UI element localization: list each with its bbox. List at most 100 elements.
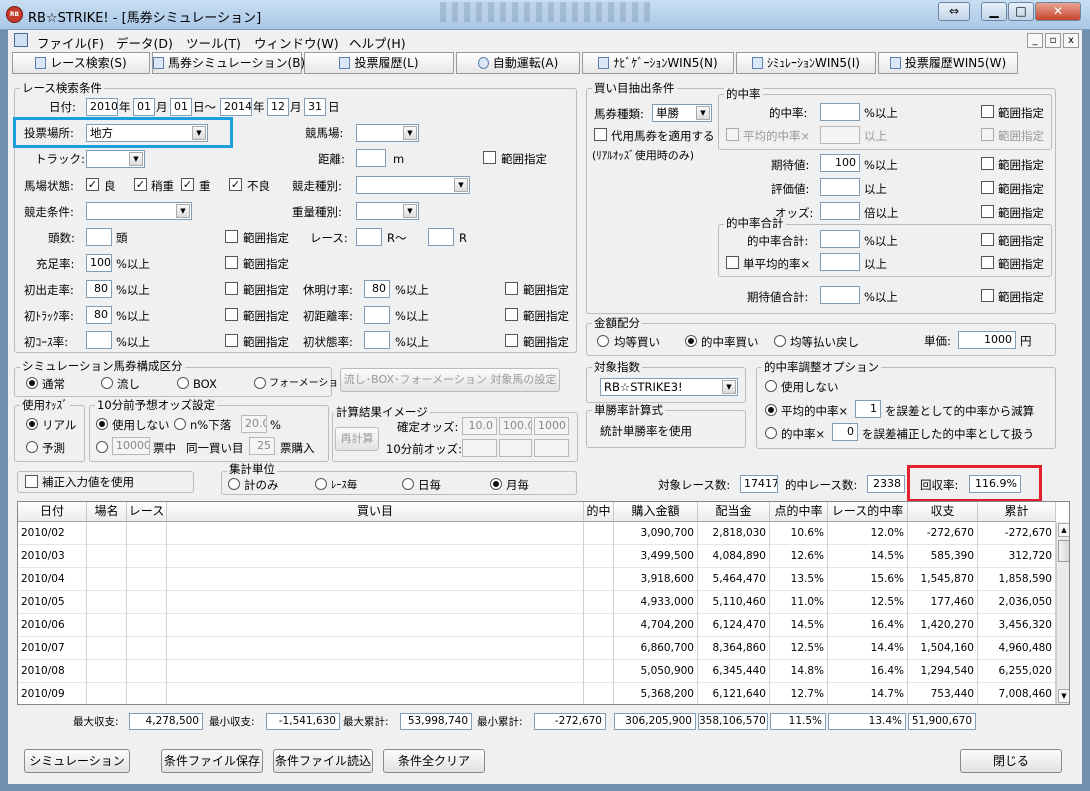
fill-field[interactable]: 100 <box>86 254 112 272</box>
save-conditions-button[interactable]: 条件ファイル保存 <box>161 749 263 773</box>
col-header-venue[interactable]: 場名 <box>87 502 127 522</box>
first-dist-field[interactable] <box>364 306 390 324</box>
to-day-field[interactable]: 31 <box>304 98 326 116</box>
menu-help[interactable]: ヘルプ(H) <box>349 33 406 52</box>
close-icon[interactable]: ✕ <box>1035 2 1081 21</box>
first-state-range-checkbox[interactable] <box>505 334 518 347</box>
menu-window[interactable]: ウィンドウ(W) <box>254 33 339 52</box>
from-year-field[interactable]: 2010 <box>86 98 118 116</box>
from-month-field[interactable]: 01 <box>133 98 155 116</box>
weight-type-select[interactable]: ▼ <box>356 202 419 220</box>
menu-tools[interactable]: ツール(T) <box>186 33 241 52</box>
first-state-field[interactable] <box>364 331 390 349</box>
menu-data[interactable]: データ(D) <box>116 33 173 52</box>
single-avg-range-checkbox[interactable] <box>981 256 994 269</box>
single-avg-checkbox[interactable] <box>726 256 739 269</box>
cond-slight-checkbox[interactable]: ✓ <box>134 178 147 191</box>
odds10-drop-radio[interactable] <box>174 418 186 430</box>
odds-range-checkbox[interactable] <box>981 205 994 218</box>
sim-box-radio[interactable] <box>177 377 189 389</box>
sim-flow-radio[interactable] <box>101 377 113 389</box>
correction-checkbox[interactable] <box>25 475 38 488</box>
avg-hit-checkbox[interactable] <box>726 128 739 141</box>
restore-window-icon[interactable]: ⇔ <box>938 2 970 21</box>
sim-formation-radio[interactable] <box>254 377 266 389</box>
money-hit-radio[interactable] <box>685 335 697 347</box>
rest-range-checkbox[interactable] <box>505 282 518 295</box>
col-header-cumulative[interactable]: 累計 <box>978 502 1056 522</box>
fill-range-checkbox[interactable] <box>225 256 238 269</box>
maximize-icon[interactable]: □ <box>1008 2 1034 21</box>
sim-normal-radio[interactable] <box>26 377 38 389</box>
from-day-field[interactable]: 01 <box>170 98 192 116</box>
single-avg-field[interactable] <box>820 253 860 271</box>
recalc-button[interactable]: 再計算 <box>335 427 379 451</box>
col-header-payout[interactable]: 配当金 <box>698 502 770 522</box>
cond-heavy-checkbox[interactable]: ✓ <box>181 178 194 191</box>
tab-race-search[interactable]: レース検索(S) <box>12 52 150 74</box>
avg-hit-field[interactable] <box>820 126 860 144</box>
simulate-button[interactable]: シミュレーション <box>24 749 130 773</box>
adjust-none-radio[interactable] <box>765 380 777 392</box>
adjust-avg-radio[interactable] <box>765 404 777 416</box>
cond-good-checkbox[interactable]: ✓ <box>86 178 99 191</box>
first-run-field[interactable]: 80 <box>86 280 112 298</box>
col-header-balance[interactable]: 収支 <box>908 502 978 522</box>
first-dist-range-checkbox[interactable] <box>505 308 518 321</box>
col-header-purchase[interactable]: 購入金額 <box>614 502 698 522</box>
mdi-doc-icon[interactable] <box>14 33 28 47</box>
race-cond-select[interactable]: ▼ <box>86 202 192 220</box>
odds-real-radio[interactable] <box>26 418 38 430</box>
unit-price-field[interactable]: 1000 <box>958 331 1016 349</box>
first-course-field[interactable] <box>86 331 112 349</box>
bet-kind-select[interactable]: 単勝 ▼ <box>652 104 712 122</box>
adjust-avg-field[interactable]: 1 <box>855 400 881 418</box>
heads-range-checkbox[interactable] <box>225 230 238 243</box>
col-header-hit[interactable]: 的中 <box>584 502 614 522</box>
hit-total-field[interactable] <box>820 230 860 248</box>
race-from-field[interactable] <box>356 228 382 246</box>
avg-hit-range-checkbox[interactable] <box>981 128 994 141</box>
odds10-count-field[interactable]: 25 <box>249 437 275 455</box>
odds10-drop-field[interactable]: 20.0 <box>241 415 267 433</box>
expect-total-field[interactable] <box>820 286 860 304</box>
first-track-range-checkbox[interactable] <box>225 308 238 321</box>
menu-file[interactable]: ファイル(F) <box>37 33 104 52</box>
adjust-rate-field[interactable]: 0 <box>832 423 858 441</box>
results-table[interactable]: 日付 場名 レース 買い目 的中 購入金額 配当金 点的中率 レース的中率 収支… <box>17 501 1070 705</box>
clear-conditions-button[interactable]: 条件全クリア <box>383 749 485 773</box>
to-month-field[interactable]: 12 <box>267 98 289 116</box>
odds10-none-radio[interactable] <box>96 418 108 430</box>
mdi-restore-icon[interactable]: ▫ <box>1045 33 1061 48</box>
distance-range-checkbox[interactable] <box>483 151 496 164</box>
col-header-date[interactable]: 日付 <box>18 502 87 522</box>
mdi-minimize-icon[interactable]: _ <box>1027 33 1043 48</box>
agg-per-race-radio[interactable] <box>315 478 327 490</box>
col-header-race-hit[interactable]: レース的中率 <box>828 502 908 522</box>
scroll-up-icon[interactable]: ▲ <box>1058 523 1069 537</box>
load-conditions-button[interactable]: 条件ファイル読込 <box>273 749 373 773</box>
minimize-icon[interactable]: ▁ <box>981 2 1007 21</box>
expect-field[interactable]: 100 <box>820 154 860 172</box>
eval-range-checkbox[interactable] <box>981 181 994 194</box>
col-header-race[interactable]: レース <box>127 502 167 522</box>
table-scrollbar[interactable]: ▲ ▼ <box>1056 522 1069 704</box>
odds-field[interactable] <box>820 202 860 220</box>
scroll-down-icon[interactable]: ▼ <box>1058 689 1069 703</box>
substitute-checkbox[interactable] <box>594 128 607 141</box>
hit-rate-range-checkbox[interactable] <box>981 105 994 118</box>
adjust-rate-radio[interactable] <box>765 427 777 439</box>
flow-box-setting-button[interactable]: 流し･BOX･フォーメーション 対象馬の設定 <box>340 368 560 392</box>
money-payout-radio[interactable] <box>774 335 786 347</box>
heads-field[interactable] <box>86 228 112 246</box>
tab-auto-run[interactable]: 自動運転(A) <box>456 52 580 74</box>
agg-calc-only-radio[interactable] <box>228 478 240 490</box>
race-type-select[interactable]: ▼ <box>356 176 470 194</box>
hit-total-range-checkbox[interactable] <box>981 233 994 246</box>
odds-forecast-radio[interactable] <box>26 441 38 453</box>
to-year-field[interactable]: 2014 <box>220 98 252 116</box>
index-select[interactable]: RB☆STRIKE3! ▼ <box>600 378 738 396</box>
track-select[interactable]: ▼ <box>86 150 145 168</box>
first-track-field[interactable]: 80 <box>86 306 112 324</box>
close-button[interactable]: 閉じる <box>960 749 1062 773</box>
